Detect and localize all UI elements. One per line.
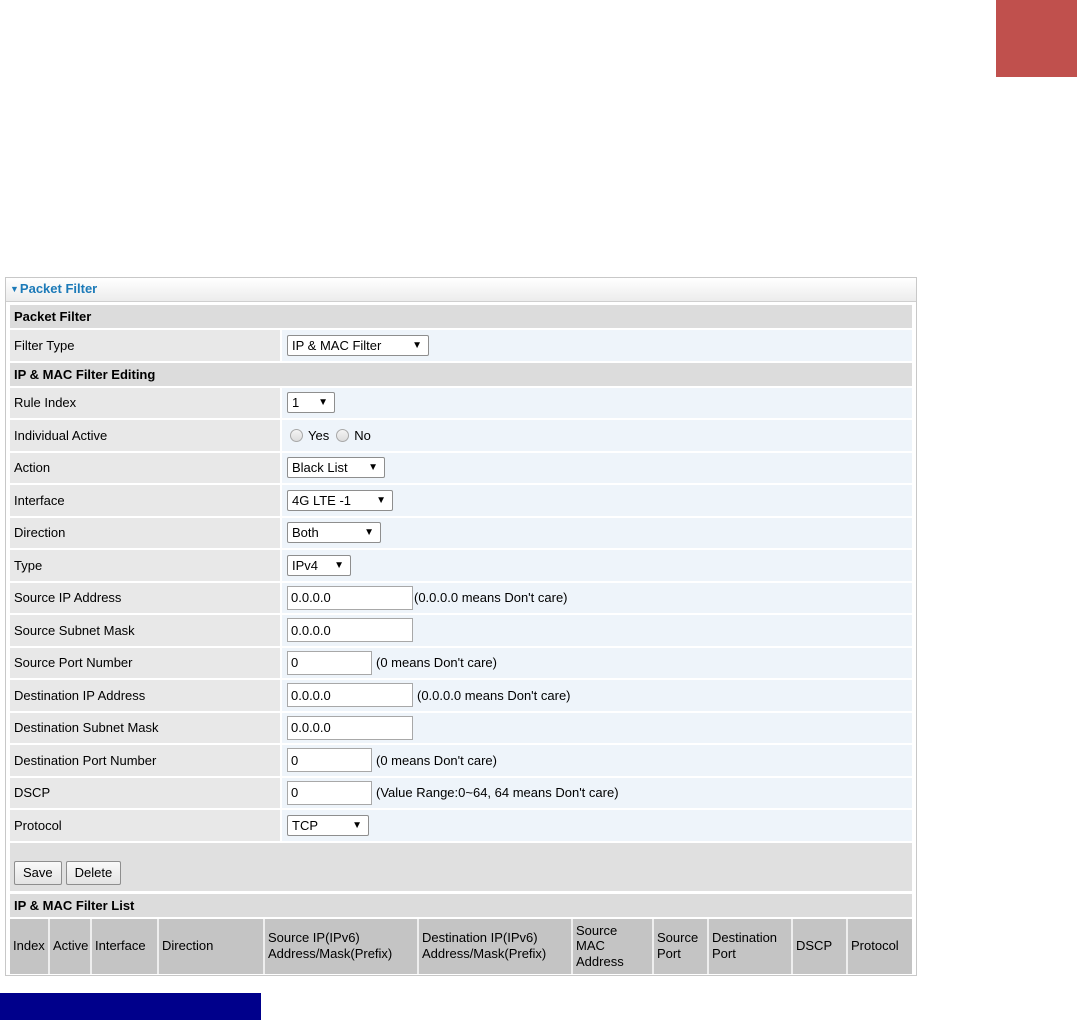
col-dest-port: Destination Port xyxy=(709,918,793,974)
filter-type-label: Filter Type xyxy=(10,330,280,361)
source-mask-label: Source Subnet Mask xyxy=(10,615,280,646)
dest-ip-label: Destination IP Address xyxy=(10,680,280,711)
dest-ip-row: Destination IP Address 0.0.0.0 (0.0.0.0 … xyxy=(10,680,912,711)
source-ip-row: Source IP Address 0.0.0.0 (0.0.0.0 means… xyxy=(10,582,912,613)
dest-mask-label: Destination Subnet Mask xyxy=(10,712,280,743)
delete-button[interactable]: Delete xyxy=(65,860,122,885)
filter-list-header: Index Active Interface Direction Source … xyxy=(10,918,912,974)
col-source-port: Source Port xyxy=(654,918,709,974)
interface-value: 4G LTE -1 xyxy=(292,492,352,508)
type-select[interactable]: IPv4 ▼ xyxy=(287,554,351,576)
source-port-input[interactable]: 0 xyxy=(287,650,372,675)
dest-port-input[interactable]: 0 xyxy=(287,748,372,773)
source-port-note: (0 means Don't care) xyxy=(376,655,497,671)
direction-select[interactable]: Both ▼ xyxy=(287,522,381,544)
dscp-row: DSCP 0 (Value Range:0~64, 64 means Don't… xyxy=(10,777,912,808)
dest-port-note: (0 means Don't care) xyxy=(376,752,497,768)
direction-label: Direction xyxy=(10,517,280,548)
interface-label: Interface xyxy=(10,485,280,516)
rule-index-label: Rule Index xyxy=(10,387,280,418)
col-active: Active xyxy=(50,918,92,974)
packet-filter-panel: ▼Packet Filter Packet Filter Filter Type… xyxy=(5,277,917,976)
active-yes-label: Yes xyxy=(308,427,330,443)
source-mask-row: Source Subnet Mask 0.0.0.0 xyxy=(10,615,912,646)
dest-mask-row: Destination Subnet Mask 0.0.0.0 xyxy=(10,712,912,743)
col-protocol: Protocol xyxy=(851,938,899,954)
filter-type-select[interactable]: IP & MAC Filter ▼ xyxy=(287,334,429,356)
collapse-caret-icon[interactable]: ▼ xyxy=(10,284,19,294)
dscp-input[interactable]: 0 xyxy=(287,780,372,805)
col-interface: Interface xyxy=(92,918,159,974)
source-port-row: Source Port Number 0 (0 means Don't care… xyxy=(10,647,912,678)
dest-port-row: Destination Port Number 0 (0 means Don't… xyxy=(10,745,912,776)
dropdown-arrow-icon: ▼ xyxy=(376,494,386,506)
dest-port-label: Destination Port Number xyxy=(10,745,280,776)
dropdown-arrow-icon: ▼ xyxy=(412,339,422,351)
dest-ip-input[interactable]: 0.0.0.0 xyxy=(287,683,413,708)
panel-title-bar[interactable]: ▼Packet Filter xyxy=(6,278,916,302)
interface-select[interactable]: 4G LTE -1 ▼ xyxy=(287,489,393,511)
rule-index-row: Rule Index 1 ▼ xyxy=(10,387,912,418)
decorative-navy-bar xyxy=(0,993,261,1020)
active-yes-radio[interactable] xyxy=(290,428,303,442)
col-direction: Direction xyxy=(159,918,265,974)
source-port-label: Source Port Number xyxy=(10,647,280,678)
type-row: Type IPv4 ▼ xyxy=(10,550,912,581)
protocol-row: Protocol TCP ▼ xyxy=(10,810,912,841)
decorative-red-block xyxy=(996,0,1077,77)
dest-ip-note: (0.0.0.0 means Don't care) xyxy=(417,687,571,703)
dropdown-arrow-icon: ▼ xyxy=(368,462,378,474)
protocol-value: TCP xyxy=(292,817,318,833)
action-select[interactable]: Black List ▼ xyxy=(287,457,385,479)
individual-active-label: Individual Active xyxy=(10,420,280,451)
section-packet-filter: Packet Filter xyxy=(10,305,912,328)
action-value: Black List xyxy=(292,460,348,476)
col-index: Index xyxy=(10,918,50,974)
direction-value: Both xyxy=(292,525,319,541)
interface-row: Interface 4G LTE -1 ▼ xyxy=(10,485,912,516)
source-ip-input[interactable]: 0.0.0.0 xyxy=(287,585,413,610)
type-value: IPv4 xyxy=(292,557,319,573)
rule-index-value: 1 xyxy=(292,395,300,411)
section-ip-mac-list: IP & MAC Filter List xyxy=(10,893,912,917)
col-dscp: DSCP xyxy=(793,918,848,974)
action-label: Action xyxy=(10,452,280,483)
col-source-ip: Source IP(IPv6) Address/Mask(Prefix) xyxy=(265,918,419,974)
filter-type-value: IP & MAC Filter xyxy=(292,337,382,353)
filter-type-row: Filter Type IP & MAC Filter ▼ xyxy=(10,330,912,361)
action-buttons: Save Delete xyxy=(10,842,912,891)
rule-index-select[interactable]: 1 ▼ xyxy=(287,392,335,414)
panel-title: Packet Filter xyxy=(19,281,98,296)
protocol-select[interactable]: TCP ▼ xyxy=(287,814,369,836)
direction-row: Direction Both ▼ xyxy=(10,517,912,548)
dscp-note: (Value Range:0~64, 64 means Don't care) xyxy=(376,785,619,801)
save-button[interactable]: Save xyxy=(14,860,62,885)
type-label: Type xyxy=(10,550,280,581)
action-row: Action Black List ▼ xyxy=(10,452,912,483)
dropdown-arrow-icon: ▼ xyxy=(318,397,328,409)
individual-active-row: Individual Active Yes No xyxy=(10,420,912,451)
protocol-label: Protocol xyxy=(10,810,280,841)
dscp-label: DSCP xyxy=(10,777,280,808)
col-dest-ip: Destination IP(IPv6) Address/Mask(Prefix… xyxy=(419,918,573,974)
source-ip-note: (0.0.0.0 means Don't care) xyxy=(414,590,568,606)
dropdown-arrow-icon: ▼ xyxy=(334,559,344,571)
source-ip-label: Source IP Address xyxy=(10,582,280,613)
active-no-label: No xyxy=(354,427,371,443)
dropdown-arrow-icon: ▼ xyxy=(364,527,374,539)
col-source-mac: Source MAC Address xyxy=(573,918,654,974)
source-mask-input[interactable]: 0.0.0.0 xyxy=(287,618,413,643)
active-no-radio[interactable] xyxy=(336,428,350,442)
dest-mask-input[interactable]: 0.0.0.0 xyxy=(287,715,413,740)
section-ip-mac-editing: IP & MAC Filter Editing xyxy=(10,362,912,386)
dropdown-arrow-icon: ▼ xyxy=(352,819,362,831)
